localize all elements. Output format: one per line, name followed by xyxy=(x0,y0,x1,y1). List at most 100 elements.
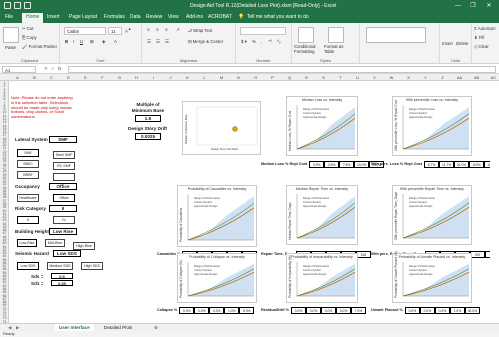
medium-sds-button[interactable]: Medium SDS xyxy=(47,262,73,270)
paste-button[interactable]: Paste xyxy=(5,45,16,50)
comma-icon[interactable]: , xyxy=(261,39,262,44)
decrease-decimal-icon[interactable]: ⁰₀ xyxy=(277,39,281,45)
column-header[interactable]: O xyxy=(247,74,264,81)
smf-button[interactable]: SMF xyxy=(17,149,39,157)
cancel-entry-icon[interactable]: ✕ xyxy=(44,66,48,72)
number-format-select[interactable] xyxy=(240,27,286,35)
worksheet[interactable]: Note: Please do not enter anything in th… xyxy=(9,81,490,323)
chart-casualties[interactable]: Probability of Casualties vs. Intensity P… xyxy=(177,185,257,247)
copy-button[interactable]: ⎘ Copy xyxy=(22,35,37,40)
column-header[interactable]: M xyxy=(213,74,230,81)
column-header[interactable]: AC xyxy=(485,74,499,81)
column-header[interactable]: F xyxy=(94,74,111,81)
column-header[interactable]: Z xyxy=(434,74,451,81)
rc-smf-button[interactable]: RC SMF xyxy=(53,162,75,170)
format-painter-button[interactable]: 🖌 Format Painter xyxy=(22,44,57,50)
column-header[interactable]: S xyxy=(315,74,332,81)
sbsc-button[interactable]: SBSC xyxy=(17,160,39,168)
column-header[interactable]: N xyxy=(230,74,247,81)
tab-home[interactable]: Home xyxy=(22,13,44,23)
chart-irreparability[interactable]: Probability of Irreparability vs. Intens… xyxy=(286,253,358,303)
format-as-table-icon[interactable] xyxy=(328,27,344,43)
increase-decimal-icon[interactable]: ⁺⁰ xyxy=(268,39,272,45)
align-right-icon[interactable]: ☰ xyxy=(165,39,169,45)
bold-button[interactable]: B xyxy=(65,39,68,44)
cut-button[interactable]: ✂ Cut xyxy=(22,26,33,32)
chart-p90-repair[interactable]: 90th percentile Repair Time vs. Intensit… xyxy=(392,185,472,245)
font-grow-icon[interactable]: A▲ xyxy=(125,27,131,33)
conditional-formatting-icon[interactable] xyxy=(298,27,314,43)
steel-smf-button[interactable]: Steel SMF xyxy=(53,151,75,159)
cell-styles-gallery[interactable] xyxy=(366,27,426,43)
tab-acrobat[interactable]: ACROBAT xyxy=(208,14,232,20)
tab-add-ins[interactable]: Add-ins xyxy=(186,14,203,20)
column-header[interactable]: A xyxy=(9,74,26,81)
tell-me-box[interactable]: Tell me what you want to do xyxy=(247,14,309,20)
font-name-select[interactable]: Calibri xyxy=(64,27,106,35)
conditional-formatting-button[interactable]: Conditional Formatting xyxy=(294,44,320,54)
column-header[interactable]: R xyxy=(298,74,315,81)
align-left-icon[interactable]: ☰ xyxy=(147,39,151,45)
column-header[interactable]: V xyxy=(366,74,383,81)
fill-button[interactable]: ⬇ Fill xyxy=(474,35,484,41)
column-header[interactable]: H xyxy=(128,74,145,81)
autosum-button[interactable]: Σ AutoSum xyxy=(474,26,496,31)
align-center-icon[interactable]: ☰ xyxy=(156,39,160,45)
tab-data[interactable]: Data xyxy=(130,14,141,20)
risk-ii-button[interactable]: II xyxy=(17,216,39,224)
minimize-button[interactable]: — xyxy=(452,1,464,11)
fill-color-icon[interactable]: ◈ xyxy=(102,39,105,45)
column-header[interactable]: Y xyxy=(417,74,434,81)
column-header[interactable]: Q xyxy=(281,74,298,81)
risk-iv-button[interactable]: IV xyxy=(53,216,75,224)
wrap-text-button[interactable]: ⮐ Wrap Text xyxy=(188,27,212,35)
tab-file[interactable]: File xyxy=(5,14,13,20)
low-sds-button[interactable]: Low SDS xyxy=(17,262,39,270)
align-top-icon[interactable]: ≡ xyxy=(147,27,150,32)
healthcare-button[interactable]: Healthcare xyxy=(17,194,39,202)
tab-view[interactable]: View xyxy=(168,14,179,20)
chart-scatter[interactable]: Multiple of Minimum Base Design Story Dr… xyxy=(182,101,261,155)
clear-button[interactable]: ◇ Clear xyxy=(474,44,489,50)
tab-formulas[interactable]: Formulas xyxy=(104,14,125,20)
column-header[interactable]: X xyxy=(400,74,417,81)
borders-icon[interactable]: ⊞ xyxy=(90,39,94,45)
high-sds-button[interactable]: High SDS xyxy=(81,262,103,270)
column-header[interactable]: AA xyxy=(451,74,468,81)
font-color-icon[interactable]: A xyxy=(114,39,117,44)
column-header[interactable]: K xyxy=(179,74,196,81)
percent-icon[interactable]: % xyxy=(252,39,256,44)
format-as-table-button[interactable]: Format as Table xyxy=(324,44,350,54)
column-header[interactable]: W xyxy=(383,74,400,81)
italic-button[interactable]: I xyxy=(73,39,74,44)
save-icon[interactable] xyxy=(4,2,11,9)
paste-icon[interactable] xyxy=(3,27,19,43)
tab-insert[interactable]: Insert xyxy=(47,14,60,20)
chart-median-repair[interactable]: Median Repair Time vs. Intensity Median R… xyxy=(286,185,358,245)
insert-cells-button[interactable]: Insert xyxy=(442,41,453,46)
column-header[interactable]: L xyxy=(196,74,213,81)
currency-icon[interactable]: $ ▾ xyxy=(241,39,247,45)
column-header[interactable]: AB xyxy=(468,74,485,81)
column-header[interactable]: I xyxy=(145,74,162,81)
formula-input[interactable] xyxy=(68,66,496,73)
insert-function-icon[interactable]: fx xyxy=(58,66,61,71)
column-header[interactable]: E xyxy=(77,74,94,81)
chart-unsafe[interactable]: Probability of Unsafe Placard vs. Intens… xyxy=(392,251,472,303)
restore-button[interactable]: ❐ xyxy=(467,1,479,11)
column-header[interactable]: J xyxy=(162,74,179,81)
tell-me-icon[interactable]: 💡 xyxy=(238,14,244,20)
low-rise-button[interactable]: Low-Rise xyxy=(17,239,37,247)
tab-review[interactable]: Review xyxy=(146,14,162,20)
redo-icon[interactable] xyxy=(24,2,31,9)
column-header[interactable]: P xyxy=(264,74,281,81)
office-button[interactable]: Office xyxy=(53,194,75,202)
delete-cells-button[interactable]: Delete xyxy=(456,41,468,46)
merge-center-button[interactable]: ⊟ Merge & Center xyxy=(188,39,223,45)
underline-button[interactable]: U xyxy=(80,39,83,44)
name-box[interactable]: A1 xyxy=(2,66,36,73)
brbf-button[interactable]: BRBF xyxy=(17,171,39,179)
confirm-entry-icon[interactable]: ✓ xyxy=(51,66,55,72)
column-header[interactable]: C xyxy=(43,74,60,81)
chart-median-loss[interactable]: Median Loss vs. Intensity Median Loss, % … xyxy=(286,96,358,156)
